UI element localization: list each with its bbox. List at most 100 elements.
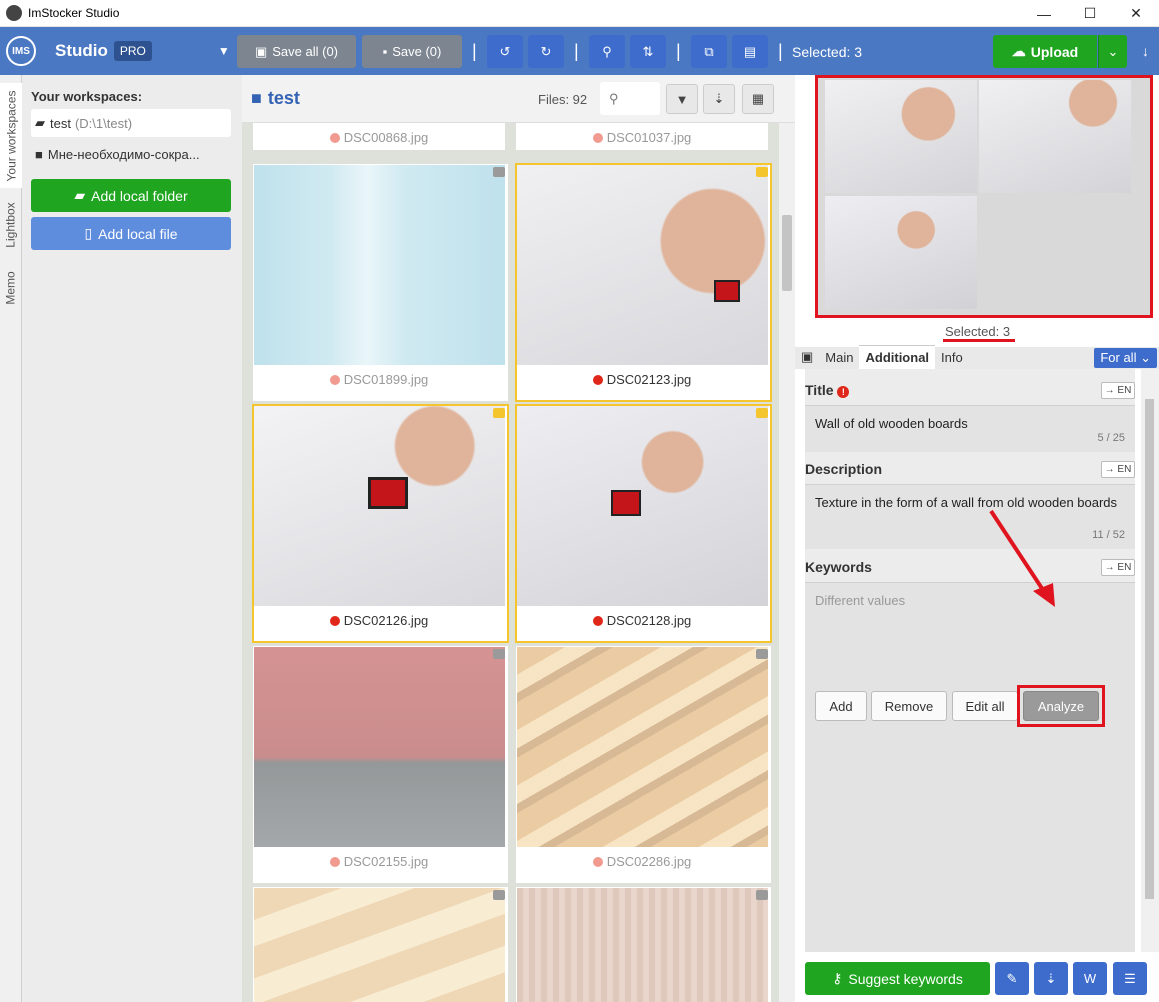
workspace-item-test[interactable]: ▰ test (D:\1\test)	[31, 109, 231, 137]
tab-your-workspaces[interactable]: Your workspaces	[0, 83, 22, 188]
paste-button[interactable]: ▤	[732, 35, 768, 68]
tab-info[interactable]: Info	[935, 346, 969, 369]
file-name: DSC02126.jpg	[253, 613, 505, 628]
tab-additional[interactable]: Additional	[859, 345, 936, 369]
status-dot	[329, 375, 340, 385]
cloud-upload-icon: ☁	[1011, 43, 1026, 59]
edit-all-button[interactable]: Edit all	[952, 691, 1018, 721]
metadata-panel: Selected: 3 ▣ Main Additional Info For a…	[795, 75, 1159, 1002]
sort-button[interactable]: ⇣	[703, 84, 735, 114]
replace-button[interactable]: ⇅	[630, 35, 666, 68]
file-name-text: DSC01037.jpg	[606, 130, 692, 145]
add-keyword-button[interactable]: Add	[815, 691, 867, 721]
thumbnail-image	[254, 888, 505, 1002]
suggest-keywords-button[interactable]: ⚷ Suggest keywords	[805, 962, 990, 995]
tab-label: Lightbox	[4, 202, 18, 248]
metadata-scrollbar[interactable]	[1141, 369, 1159, 952]
remove-keyword-button[interactable]: Remove	[871, 691, 947, 721]
tab-label: Memo	[4, 271, 18, 305]
description-translate-button[interactable]: → EN	[1101, 461, 1135, 478]
preview-image	[979, 80, 1131, 193]
menu-button[interactable]: ☰	[1113, 962, 1147, 995]
status-dot	[329, 616, 340, 626]
tab-memo[interactable]: Memo	[0, 263, 22, 313]
grid-view-button[interactable]: ▦	[742, 84, 774, 114]
save-label: Save (0)	[392, 44, 442, 59]
image-card[interactable]: DSC02155.jpg	[253, 646, 508, 883]
studio-label[interactable]: Studio	[55, 41, 108, 61]
word-icon: W	[1083, 971, 1097, 986]
status-dot	[329, 857, 340, 867]
folder-title: ■ test	[251, 88, 300, 109]
scroll-thumb[interactable]	[782, 215, 792, 291]
folder-open-icon: ▰	[35, 115, 45, 130]
gallery: ■ test Files: 92 ⚲ ▼ ⇣ ▦ DSC00868.jpg DS…	[242, 75, 795, 1002]
minimize-button[interactable]: —	[1021, 0, 1067, 27]
image-card[interactable]: DSC00868.jpg	[253, 123, 505, 150]
image-card[interactable]: DSC02123.jpg	[515, 163, 772, 402]
undo-button[interactable]: ↺	[487, 35, 523, 68]
camera-icon	[493, 649, 505, 659]
image-card[interactable]	[516, 887, 771, 1002]
image-card[interactable]	[253, 887, 508, 1002]
power-switch-graphic	[714, 280, 740, 302]
separator: |	[574, 41, 579, 61]
description-label: Description	[805, 461, 883, 477]
edit-button[interactable]: ✎	[995, 962, 1029, 995]
chevron-down-icon: ⌄	[1107, 43, 1119, 59]
swap-icon: ⇅	[642, 43, 654, 59]
workspace-item-2[interactable]: ■ Мне-необходимо-сокра...	[31, 140, 231, 168]
copy-button[interactable]: ⧉	[691, 35, 727, 68]
vertical-tabs: Your workspaces Lightbox Memo	[0, 75, 22, 1002]
scroll-thumb[interactable]	[1145, 399, 1154, 899]
paste-icon: ▤	[743, 43, 757, 59]
upload-dropdown-button[interactable]: ⌄	[1098, 35, 1127, 68]
selected-count: Selected: 3	[792, 44, 863, 60]
maximize-button[interactable]: ☐	[1067, 0, 1113, 27]
folder-name: test	[267, 88, 300, 108]
add-local-file-button[interactable]: ▯ Add local file	[31, 217, 231, 250]
keywords-translate-button[interactable]: → EN	[1101, 559, 1135, 576]
file-name: DSC02123.jpg	[516, 372, 768, 387]
redo-button[interactable]: ↻	[528, 35, 564, 68]
file-name-text: DSC02155.jpg	[343, 854, 429, 869]
title-field[interactable]: Wall of old wooden boards 5 / 25	[805, 405, 1135, 452]
download-arrow-icon[interactable]: ↓	[1142, 43, 1149, 59]
preview-image	[825, 80, 977, 193]
folder-icon: ■	[251, 88, 262, 108]
add-local-folder-button[interactable]: ▰ Add local folder	[31, 179, 231, 212]
image-card[interactable]: DSC02126.jpg	[252, 404, 509, 643]
app-icon	[6, 5, 22, 21]
workspaces-heading: Your workspaces:	[31, 89, 143, 104]
save-all-button[interactable]: ▣ Save all (0)	[237, 35, 356, 68]
title-translate-button[interactable]: → EN	[1101, 382, 1135, 399]
tab-camera[interactable]: ▣	[795, 345, 819, 369]
camera-icon	[756, 408, 768, 418]
word-export-button[interactable]: W	[1073, 962, 1107, 995]
save-button[interactable]: ▪ Save (0)	[362, 35, 462, 68]
image-card[interactable]: DSC02128.jpg	[515, 404, 772, 643]
keywords-field[interactable]: Different values	[805, 582, 1135, 952]
search-input[interactable]: ⚲	[600, 82, 660, 115]
sort-keywords-button[interactable]: ⇣	[1034, 962, 1068, 995]
redo-icon: ↻	[540, 43, 552, 59]
for-all-dropdown[interactable]: For all ⌄	[1094, 348, 1157, 368]
description-char-count: 11 / 52	[1092, 529, 1125, 541]
chevron-down-icon[interactable]: ▼	[218, 44, 230, 58]
file-name-text: DSC00868.jpg	[343, 130, 429, 145]
upload-button[interactable]: ☁ Upload	[993, 35, 1097, 68]
tab-main[interactable]: Main	[819, 346, 859, 369]
image-card[interactable]: DSC01037.jpg	[516, 123, 768, 150]
tab-lightbox[interactable]: Lightbox	[0, 195, 22, 255]
find-button[interactable]: ⚲	[589, 35, 625, 68]
suggest-keywords-label: Suggest keywords	[848, 970, 963, 987]
filter-button[interactable]: ▼	[666, 84, 698, 114]
file-name-text: DSC01899.jpg	[343, 372, 429, 387]
gallery-scrollbar[interactable]	[779, 123, 795, 1002]
close-button[interactable]: ✕	[1113, 0, 1159, 27]
title-bar: ImStocker Studio — ☐ ✕	[0, 0, 1159, 27]
image-card[interactable]: DSC01899.jpg	[253, 164, 508, 401]
save-all-icon: ▣	[254, 43, 268, 59]
image-card[interactable]: DSC02286.jpg	[516, 646, 771, 883]
description-field[interactable]: Texture in the form of a wall from old w…	[805, 484, 1135, 549]
